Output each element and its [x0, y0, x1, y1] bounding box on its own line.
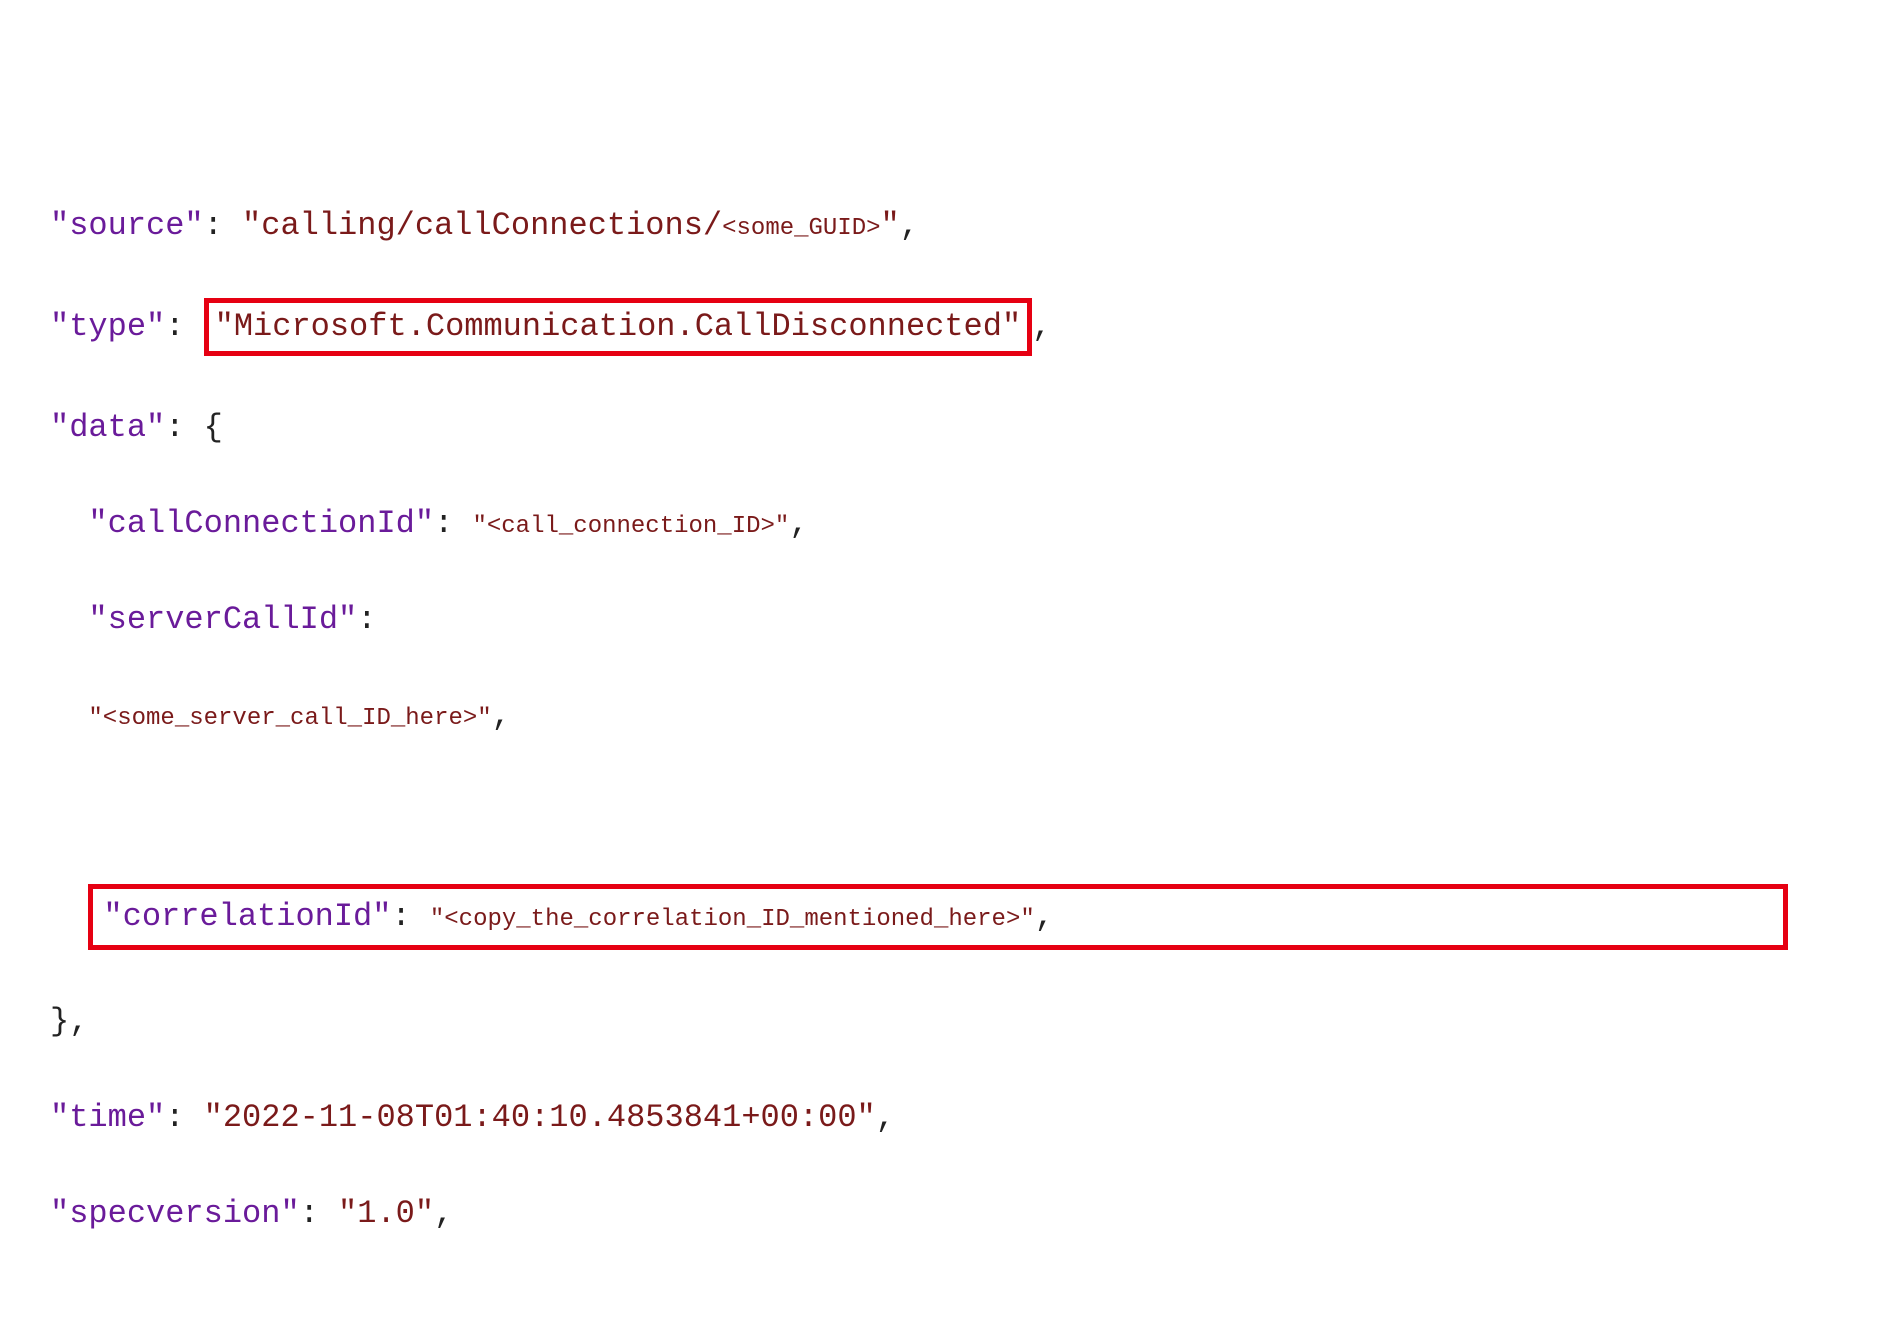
json-value-callconnectionid: "<call_connection_ID>": [472, 513, 789, 540]
colon: :: [204, 207, 242, 244]
colon: :: [165, 409, 203, 446]
json-value-source-suffix: ": [881, 207, 900, 244]
json-value-source-placeholder: <some_GUID>: [722, 215, 880, 242]
code-line-correlationid: "correlationId": "<copy_the_correlation_…: [50, 884, 1839, 950]
json-key-specversion: "specversion": [50, 1195, 300, 1232]
json-key-data: "data": [50, 409, 165, 446]
comma: ,: [876, 1099, 895, 1136]
colon: :: [434, 505, 472, 542]
code-line-callconnectionid: "callConnectionId": "<call_connection_ID…: [50, 500, 1839, 548]
colon: :: [300, 1195, 338, 1232]
json-key-correlationid: "correlationId": [103, 898, 391, 935]
json-key-time: "time": [50, 1099, 165, 1136]
code-line-data-close: },: [50, 998, 1839, 1046]
json-value-correlationid: "<copy_the_correlation_ID_mentioned_here…: [430, 906, 1035, 933]
comma: ,: [789, 505, 808, 542]
json-value-specversion: "1.0": [338, 1195, 434, 1232]
comma: ,: [434, 1195, 453, 1232]
colon: :: [357, 601, 376, 638]
colon: :: [391, 898, 429, 935]
code-line-time: "time": "2022-11-08T01:40:10.4853841+00:…: [50, 1094, 1839, 1142]
comma: ,: [1032, 308, 1051, 345]
comma: ,: [492, 697, 511, 734]
code-line-source: "source": "calling/callConnections/<some…: [50, 202, 1839, 250]
code-line-specversion: "specversion": "1.0",: [50, 1190, 1839, 1238]
brace-close: }: [50, 1003, 69, 1040]
json-key-type: "type": [50, 308, 165, 345]
comma: ,: [1035, 898, 1054, 935]
code-line-blank: [50, 788, 1839, 836]
highlight-box-correlationid: "correlationId": "<copy_the_correlation_…: [88, 884, 1788, 950]
colon: :: [165, 308, 203, 345]
json-key-source: "source": [50, 207, 204, 244]
json-value-type: "Microsoft.Communication.CallDisconnecte…: [215, 308, 1022, 345]
highlight-box-type: "Microsoft.Communication.CallDisconnecte…: [204, 298, 1033, 356]
json-value-source-prefix: "calling/callConnections/: [242, 207, 722, 244]
comma: ,: [69, 1003, 88, 1040]
code-line-servercallid-key: "serverCallId":: [50, 596, 1839, 644]
json-value-servercallid: "<some_server_call_ID_here>": [88, 705, 491, 732]
code-line-data-open: "data": {: [50, 404, 1839, 452]
json-key-servercallid: "serverCallId": [88, 601, 357, 638]
json-key-callconnectionid: "callConnectionId": [88, 505, 434, 542]
brace-open: {: [204, 409, 223, 446]
json-value-time: "2022-11-08T01:40:10.4853841+00:00": [204, 1099, 876, 1136]
code-line-type: "type": "Microsoft.Communication.CallDis…: [50, 298, 1839, 356]
code-line-servercallid-val: "<some_server_call_ID_here>",: [50, 692, 1839, 740]
comma: ,: [900, 207, 919, 244]
colon: :: [165, 1099, 203, 1136]
